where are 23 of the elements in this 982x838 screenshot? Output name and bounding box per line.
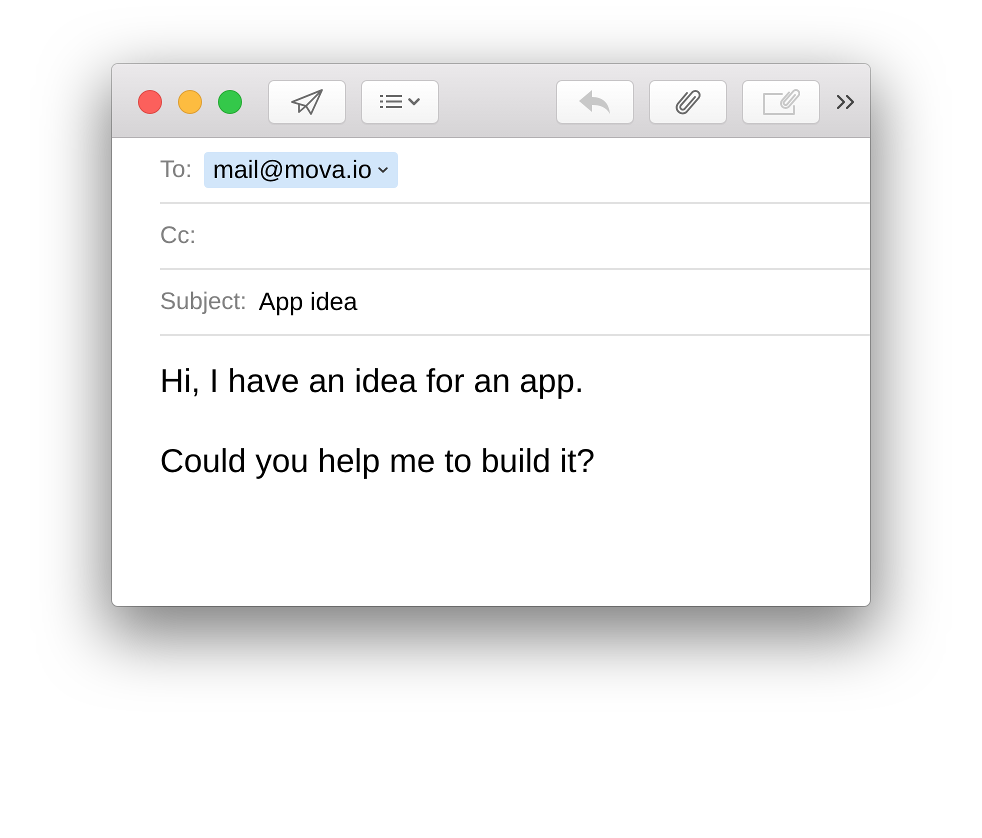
message-text: Could you help me to build it?	[160, 441, 595, 481]
field-label: Cc:	[160, 222, 196, 250]
list-icon	[380, 94, 402, 109]
field-label: Subject:	[160, 288, 247, 316]
attach-button[interactable]	[649, 80, 727, 124]
paperclip-icon	[675, 88, 701, 116]
format-menu-button[interactable]	[361, 80, 439, 124]
paperclip-frame-icon	[762, 88, 800, 116]
recipient-token[interactable]: mail@mova.io	[204, 152, 398, 188]
send-button[interactable]	[268, 80, 346, 124]
reply-arrow-icon	[579, 90, 611, 114]
message-body-field[interactable]: Hi, I have an idea for an app. Could you help me to build it?	[160, 336, 870, 606]
close-button[interactable]	[138, 90, 162, 114]
subject-field[interactable]: App idea	[258, 270, 870, 334]
paper-plane-icon	[290, 88, 324, 116]
message-text: Hi, I have an idea for an app.	[160, 361, 584, 401]
double-chevron-icon[interactable]	[836, 94, 856, 110]
caret-icon	[378, 167, 388, 173]
zoom-button[interactable]	[218, 90, 242, 114]
field-label: To:	[160, 156, 192, 184]
chevron-down-icon	[408, 98, 420, 106]
recipient-field[interactable]: mail@mova.io	[204, 138, 870, 202]
minimize-button[interactable]	[178, 90, 202, 114]
